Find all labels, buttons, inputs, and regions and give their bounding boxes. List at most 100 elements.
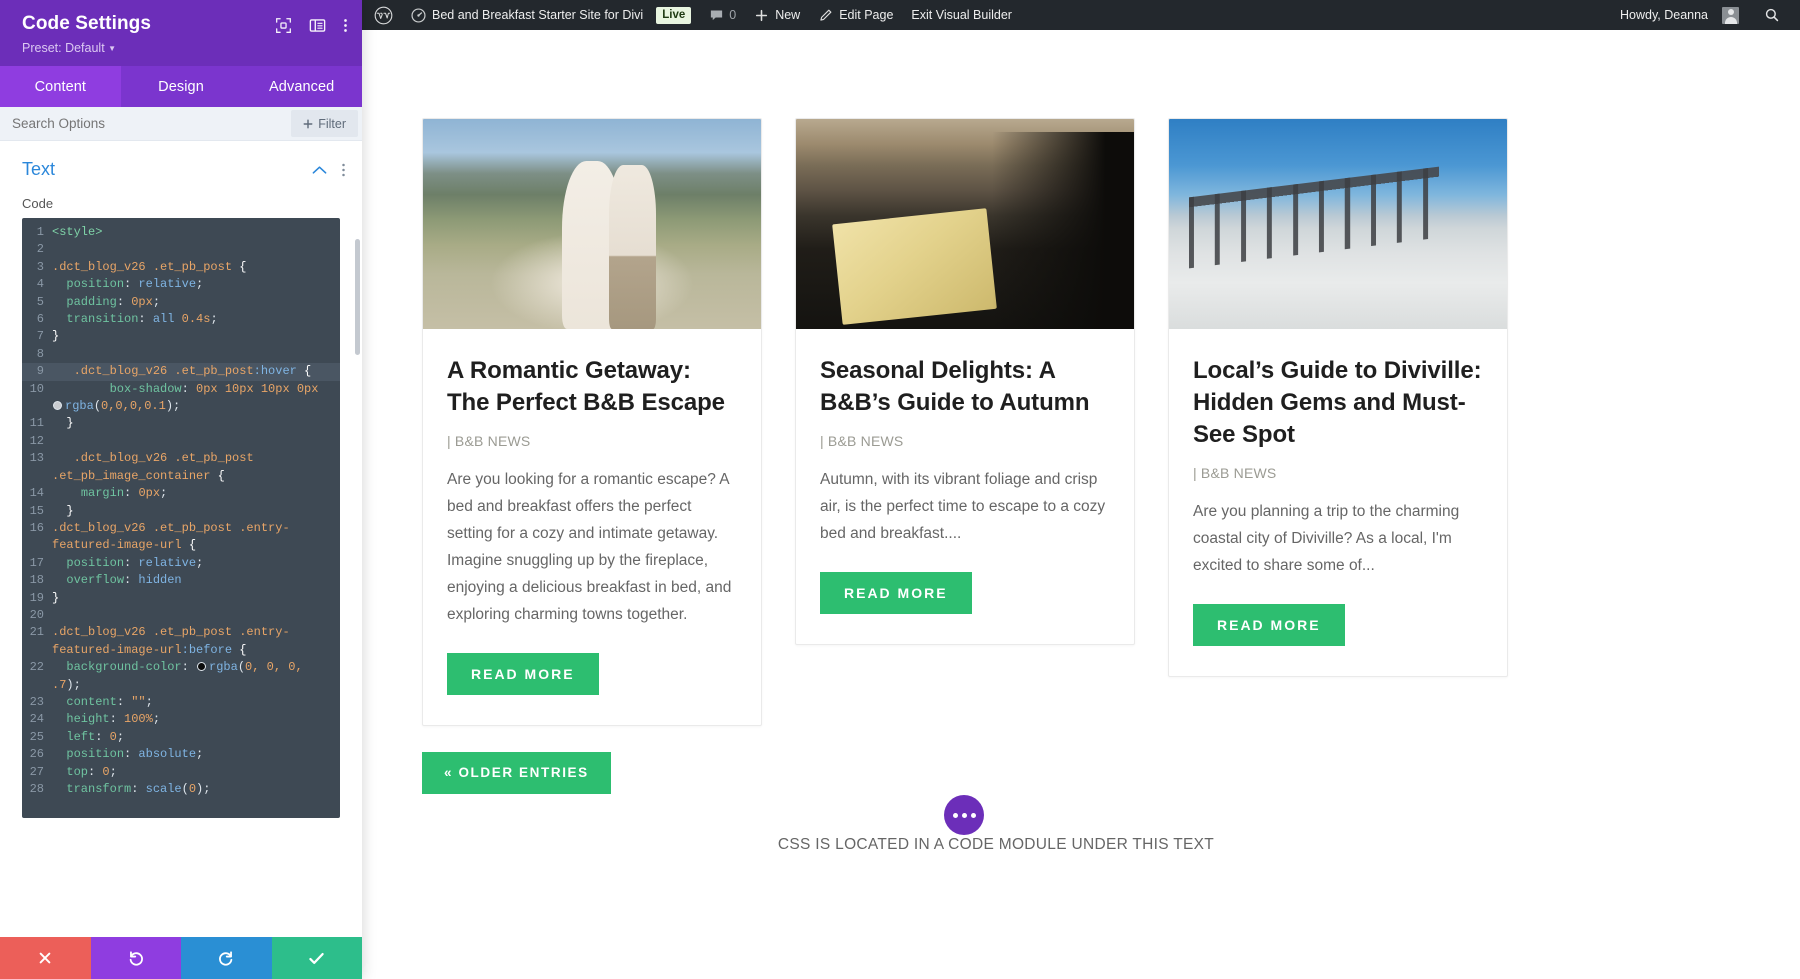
post-title[interactable]: Seasonal Delights: A B&B’s Guide to Autu… [820, 355, 1110, 419]
tab-content[interactable]: Content [0, 66, 121, 107]
blog-post-card[interactable]: A Romantic Getaway: The Perfect B&B Esca… [422, 118, 762, 726]
toggle-more-options-icon[interactable] [341, 162, 346, 178]
code-line[interactable]: 1 <style> [22, 224, 340, 241]
live-badge: Live [656, 6, 692, 24]
cancel-button[interactable] [0, 937, 91, 979]
code-line[interactable]: 13 .dct_blog_v26 .et_pb_post .et_pb_imag… [22, 450, 340, 485]
panel-layout-icon[interactable] [309, 17, 326, 34]
code-line[interactable]: 9 .dct_blog_v26 .et_pb_post:hover { [22, 363, 340, 381]
save-button[interactable] [271, 937, 362, 979]
line-number: 9 [36, 364, 44, 379]
code-line[interactable]: 3 .dct_blog_v26 .et_pb_post { [22, 259, 340, 276]
code-line[interactable]: 14 margin: 0px; [22, 485, 340, 502]
dot [952, 812, 958, 818]
code-line-text: .dct_blog_v26 .et_pb_post:hover { [52, 364, 312, 379]
code-line-text: box-shadow: 0px 10px 10px 0px rgba(0,0,0… [52, 381, 326, 414]
line-number: 13 [29, 451, 44, 466]
howdy-label: Howdy, Deanna [1619, 8, 1708, 22]
code-editor[interactable]: 1 <style> 2 3 .dct_blog_v26 .et_pb_post {4 … [22, 218, 340, 818]
edit-page-link[interactable]: Edit Page [809, 0, 902, 30]
color-swatch-icon[interactable] [197, 661, 207, 671]
code-line[interactable]: 20 [22, 607, 340, 624]
code-line-text: overflow: hidden [52, 573, 182, 588]
more-options-icon[interactable] [343, 17, 348, 34]
line-number: 19 [29, 590, 44, 605]
code-line[interactable]: 10 box-shadow: 0px 10px 10px 0px rgba(0,… [22, 381, 340, 416]
my-account-menu[interactable]: Howdy, Deanna [1611, 0, 1748, 30]
site-name-menu[interactable]: Bed and Breakfast Starter Site for Divi … [402, 0, 700, 30]
line-number: 28 [29, 782, 44, 796]
blog-post-card[interactable]: Local’s Guide to Diviville: Hidden Gems … [1168, 118, 1508, 677]
tab-advanced[interactable]: Advanced [241, 66, 362, 107]
read-more-button[interactable]: READ MORE [820, 571, 972, 614]
code-line[interactable]: 16 .dct_blog_v26 .et_pb_post .entry-featu… [22, 520, 340, 555]
line-number: 24 [29, 712, 44, 727]
blog-post-card[interactable]: Seasonal Delights: A B&B’s Guide to Autu… [795, 118, 1135, 645]
admin-search-button[interactable] [1748, 7, 1792, 23]
post-featured-image[interactable] [423, 119, 761, 329]
read-more-button[interactable]: READ MORE [447, 652, 599, 695]
code-line-text: position: absolute; [52, 747, 204, 762]
post-excerpt: Autumn, with its vibrant foliage and cri… [820, 470, 1106, 542]
older-entries-button[interactable]: « OLDER ENTRIES [422, 752, 611, 794]
line-number: 26 [29, 747, 44, 762]
code-line[interactable]: 6 transition: all 0.4s; [22, 311, 340, 328]
code-line[interactable]: 18 overflow: hidden [22, 572, 340, 589]
page-canvas: A Romantic Getaway: The Perfect B&B Esca… [362, 30, 1800, 979]
panel-scrollbar-thumb[interactable] [355, 239, 360, 355]
post-title[interactable]: A Romantic Getaway: The Perfect B&B Esca… [447, 355, 737, 419]
exit-visual-builder-link[interactable]: Exit Visual Builder [902, 0, 1021, 30]
code-line-text: .dct_blog_v26 .et_pb_post .entry-feature… [52, 520, 290, 553]
code-line[interactable]: 26 position: absolute; [22, 746, 340, 763]
code-line[interactable]: 5 padding: 0px; [22, 294, 340, 311]
code-line[interactable]: 4 position: relative; [22, 276, 340, 293]
code-line[interactable]: 15 } [22, 503, 340, 520]
panel-scroll-area: Text Code 1 <style> 2 3 .dct_blog_v26 .et [0, 141, 362, 937]
read-more-button[interactable]: READ MORE [1193, 603, 1345, 646]
search-input[interactable] [0, 116, 292, 131]
code-line[interactable]: 12 [22, 433, 340, 450]
color-swatch-icon[interactable] [53, 400, 62, 410]
module-options-button[interactable] [944, 795, 984, 835]
code-line[interactable]: 24 height: 100%; [22, 711, 340, 728]
line-number: 5 [36, 294, 44, 309]
dashboard-home-icon [411, 7, 426, 23]
text-toggle-row[interactable]: Text [0, 141, 362, 190]
fullscreen-icon[interactable] [275, 17, 292, 34]
post-featured-image[interactable] [1169, 119, 1507, 329]
avatar [1722, 6, 1739, 24]
code-line[interactable]: 25 left: 0; [22, 729, 340, 746]
blog-grid: A Romantic Getaway: The Perfect B&B Esca… [422, 118, 1570, 726]
comments-menu[interactable]: 0 [700, 8, 745, 23]
panel-header: Code Settings Preset: Default ▼ [0, 0, 362, 66]
filter-button[interactable]: Filter [291, 110, 358, 137]
code-line[interactable]: 23 content: ""; [22, 694, 340, 711]
code-line-text: } [52, 329, 60, 344]
post-title[interactable]: Local’s Guide to Diviville: Hidden Gems … [1193, 355, 1483, 451]
tab-design[interactable]: Design [121, 66, 242, 107]
code-line[interactable]: 22 background-color: rgba(0, 0, 0, .7); [22, 659, 340, 694]
chevron-up-icon[interactable] [312, 165, 327, 175]
redo-button[interactable] [181, 937, 272, 979]
search-options-bar: Filter [0, 107, 362, 141]
panel-tabs: Content Design Advanced [0, 66, 362, 107]
new-content-menu[interactable]: New [745, 0, 809, 30]
post-featured-image[interactable] [796, 119, 1134, 329]
line-number: 6 [36, 312, 44, 327]
code-line[interactable]: 28 transform: scale(0); [22, 781, 340, 798]
code-line[interactable]: 2 [22, 241, 340, 258]
panel-preset-selector[interactable]: Preset: Default ▼ [22, 41, 151, 55]
code-line[interactable]: 7} [22, 328, 340, 345]
code-line[interactable]: 11 } [22, 415, 340, 432]
line-number: 25 [29, 729, 44, 744]
code-line[interactable]: 21 .dct_blog_v26 .et_pb_post .entry-featu… [22, 624, 340, 659]
code-line[interactable]: 19} [22, 590, 340, 607]
code-line[interactable]: 8 [22, 346, 340, 363]
code-line[interactable]: 17 position: relative; [22, 555, 340, 572]
wordpress-logo-menu[interactable] [362, 0, 402, 30]
chevron-down-icon: ▼ [108, 44, 117, 53]
undo-button[interactable] [90, 937, 181, 979]
code-line[interactable]: 27 top: 0; [22, 764, 340, 781]
